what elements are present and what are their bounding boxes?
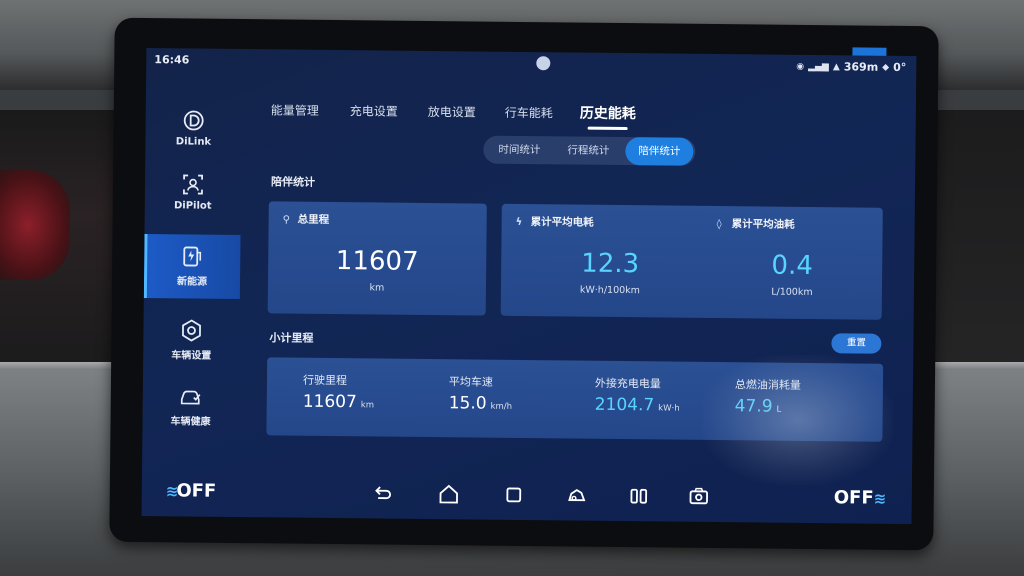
status-time: 16:46: [154, 53, 190, 67]
sidebar-item-new-energy[interactable]: 新能源: [143, 234, 241, 300]
alert-icon: ▲: [832, 61, 840, 72]
sidebar-item-dipilot[interactable]: DiPilot: [145, 162, 242, 227]
trip-label: 总燃油消耗量: [734, 378, 802, 392]
trip-label: 行驶里程: [302, 373, 348, 388]
navigation-bar: ≋OFF OFF≋: [142, 466, 912, 524]
location-icon: ◉: [796, 61, 805, 72]
sidebar-item-label: DiPilot: [173, 200, 212, 212]
card-unit: L/100km: [771, 286, 813, 299]
card-value: 0.4: [771, 250, 814, 282]
status-temperature: 0°: [893, 60, 907, 74]
card-value: 11607: [335, 246, 419, 277]
trip-label: 外接充电电量: [594, 376, 662, 391]
left-off-label: OFF: [176, 480, 217, 502]
trip-unit: km/h: [490, 401, 513, 412]
sidebar-item-vehicle-settings[interactable]: 车辆设置: [143, 308, 240, 373]
airflow-icon: ≋: [165, 482, 177, 501]
tab-bar: 能量管理 充电设置 放电设置 行车能耗 历史能耗: [271, 101, 691, 131]
energy-icon: [183, 246, 202, 267]
segment-companion-stats[interactable]: 陪伴统计: [625, 137, 694, 166]
left-climate-off-button[interactable]: ≋OFF: [165, 480, 217, 502]
trip-item-external-charge: 外接充电电量 2104.7 kW·h: [595, 375, 680, 416]
segment-time-stats[interactable]: 时间统计: [487, 136, 551, 165]
stats-segmented-control: 时间统计 行程统计 陪伴统计: [483, 135, 696, 166]
card-unit: km: [369, 282, 385, 294]
segment-trip-stats[interactable]: 行程统计: [555, 136, 621, 165]
right-climate-off-button[interactable]: OFF≋: [834, 487, 885, 509]
card-unit: kW·h/100km: [579, 284, 641, 297]
recent-apps-icon[interactable]: [503, 484, 525, 506]
sidebar: DiLink DiPilot 新能源 车辆设置 车辆健康: [142, 88, 242, 469]
card-title: 累计平均油耗: [731, 218, 795, 231]
card-total-mileage: ⚲ 总里程 11607 km: [267, 201, 487, 316]
assistant-icon[interactable]: [536, 56, 551, 71]
split-screen-icon[interactable]: [628, 485, 650, 507]
status-right: ◉ ▂▄▆ ▲ 369m ◆ 0°: [796, 60, 906, 74]
fuel-drop-icon: ◊: [716, 219, 722, 231]
card-avg-fuel-consumption: ◊ 累计平均油耗 0.4 L/100km: [701, 205, 883, 320]
card-title: 总里程: [297, 213, 330, 226]
card-header: ϟ 累计平均电耗: [516, 214, 594, 230]
infotainment-display: 16:46 ◉ ▂▄▆ ▲ 369m ◆ 0° DiLink DiPilot 新…: [109, 17, 939, 551]
sidebar-item-label: 车辆设置: [171, 350, 212, 362]
card-header: ◊ 累计平均油耗: [717, 216, 795, 232]
signal-icon: ▂▄▆: [808, 61, 829, 72]
trip-unit: kW·h: [658, 403, 680, 414]
dilink-icon: [183, 110, 204, 131]
back-icon[interactable]: [372, 482, 394, 504]
trip-item-total-fuel: 总燃油消耗量 47.9 L: [735, 376, 801, 417]
settings-icon: [182, 319, 201, 342]
card-header: ⚲ 总里程: [283, 211, 330, 226]
trip-value: 47.9: [734, 396, 773, 417]
home-icon[interactable]: [438, 483, 460, 505]
status-range: 369m: [843, 60, 879, 74]
airflow-icon: ≋: [873, 489, 885, 508]
trip-label: 平均车速: [448, 375, 494, 389]
odometer-icon: ⚲: [282, 214, 291, 226]
car-app-icon[interactable]: [566, 484, 588, 506]
card-title: 累计平均电耗: [530, 216, 594, 229]
tab-discharge-settings[interactable]: 放电设置: [428, 103, 476, 121]
card-avg-power-consumption: ϟ 累计平均电耗 12.3 kW·h/100km: [500, 203, 720, 319]
sidebar-item-vehicle-health[interactable]: 车辆健康: [142, 374, 239, 439]
sidebar-item-label: 新能源: [176, 276, 208, 288]
trip-item-avg-speed: 平均车速 15.0 km/h: [449, 373, 513, 414]
background-red-trim: [0, 170, 70, 280]
lightning-icon: ϟ: [515, 216, 523, 228]
camera-icon[interactable]: [688, 486, 710, 508]
status-bar: 16:46 ◉ ▂▄▆ ▲ 369m ◆ 0°: [146, 48, 916, 78]
leaf-icon: ◆: [882, 62, 890, 73]
trip-unit: km: [360, 400, 375, 411]
section-title-trip: 小计里程: [269, 331, 314, 345]
sidebar-item-label: DiLink: [175, 136, 212, 148]
trip-item-distance: 行驶里程 11607 km: [303, 372, 375, 413]
trip-value: 11607: [302, 391, 357, 413]
vehicle-health-icon: [180, 390, 201, 405]
dipilot-icon: [183, 174, 204, 195]
section-title-companion: 陪伴统计: [270, 175, 316, 189]
card-value: 12.3: [581, 248, 640, 280]
tab-driving-consumption[interactable]: 行车能耗: [505, 104, 553, 122]
reset-button[interactable]: 重置: [831, 333, 882, 354]
trip-summary-panel: 行驶里程 11607 km 平均车速 15.0 km/h 外接充电电量 2104.7…: [266, 357, 884, 442]
tab-energy-management[interactable]: 能量管理: [271, 101, 319, 119]
sidebar-item-label: 车辆健康: [170, 416, 211, 428]
sidebar-item-dilink[interactable]: DiLink: [145, 98, 242, 163]
screen: 16:46 ◉ ▂▄▆ ▲ 369m ◆ 0° DiLink DiPilot 新…: [141, 48, 917, 525]
trip-value: 15.0: [448, 393, 487, 414]
tab-charge-settings[interactable]: 充电设置: [350, 102, 398, 120]
tab-history-consumption[interactable]: 历史能耗: [580, 103, 636, 124]
trip-value: 2104.7: [594, 394, 655, 416]
trip-unit: L: [776, 404, 782, 415]
right-off-label: OFF: [833, 487, 874, 509]
